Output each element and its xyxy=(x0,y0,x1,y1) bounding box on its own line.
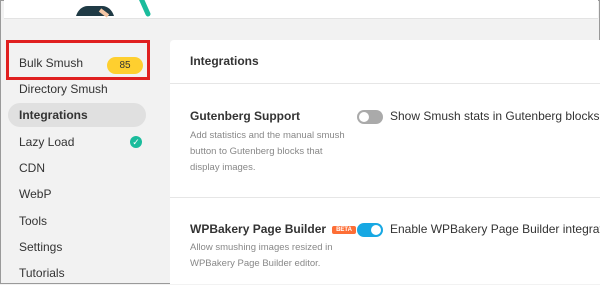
wpbakery-title-text: WPBakery Page Builder xyxy=(190,222,327,236)
integrations-panel: Integrations Gutenberg Support Add stati… xyxy=(170,40,600,284)
sidebar-item-label: Bulk Smush xyxy=(19,56,84,70)
gutenberg-toggle[interactable] xyxy=(357,110,383,124)
sidebar-item-label: Integrations xyxy=(19,108,88,122)
sidebar-item-label: Directory Smush xyxy=(19,82,108,96)
wpbakery-toggle-label[interactable]: Enable WPBakery Page Builder integration xyxy=(390,222,600,236)
beta-tag: BETA xyxy=(332,226,356,234)
sidebar-item-tools[interactable]: Tools xyxy=(8,209,146,233)
wpbakery-title: WPBakery Page Builder BETA xyxy=(190,222,356,236)
sidebar-item-label: WebP xyxy=(19,187,52,201)
gutenberg-title: Gutenberg Support xyxy=(190,109,300,123)
sidebar-item-label: CDN xyxy=(19,161,45,175)
sidebar-item-tutorials[interactable]: Tutorials xyxy=(8,261,146,285)
sidebar-item-label: Settings xyxy=(19,240,63,254)
sidebar-item-integrations[interactable]: Integrations xyxy=(8,103,146,127)
wpbakery-toggle[interactable] xyxy=(357,223,383,237)
sidebar-item-directory-smush[interactable]: Directory Smush xyxy=(8,77,146,101)
sidebar-item-label: Tutorials xyxy=(19,266,65,280)
toggle-knob xyxy=(371,225,381,235)
sidebar-item-lazy-load[interactable]: Lazy Load ✓ xyxy=(8,130,146,154)
row-divider xyxy=(170,197,600,198)
count-badge: 85 xyxy=(107,57,143,74)
sidebar-item-bulk-smush[interactable]: Bulk Smush 85 xyxy=(8,51,146,75)
panel-title: Integrations xyxy=(190,54,259,68)
wpbakery-description: Allow smushing images resized in WPBaker… xyxy=(190,242,333,269)
toggle-knob xyxy=(359,112,369,122)
sidebar-item-webp[interactable]: WebP xyxy=(8,182,146,206)
sidebar-item-settings[interactable]: Settings xyxy=(8,235,146,259)
mascot-illustration xyxy=(76,0,151,18)
sidebar-item-cdn[interactable]: CDN xyxy=(8,156,146,180)
gutenberg-toggle-label[interactable]: Show Smush stats in Gutenberg blocks xyxy=(390,109,599,123)
check-icon: ✓ xyxy=(130,136,142,148)
top-banner xyxy=(4,0,598,19)
sidebar-item-label: Lazy Load xyxy=(19,135,75,149)
panel-divider xyxy=(170,83,600,84)
sidebar-item-label: Tools xyxy=(19,214,48,228)
gutenberg-description: Add statistics and the manual smush butt… xyxy=(190,130,345,173)
sidebar-nav: Bulk Smush 85 Directory Smush Integratio… xyxy=(0,40,168,284)
